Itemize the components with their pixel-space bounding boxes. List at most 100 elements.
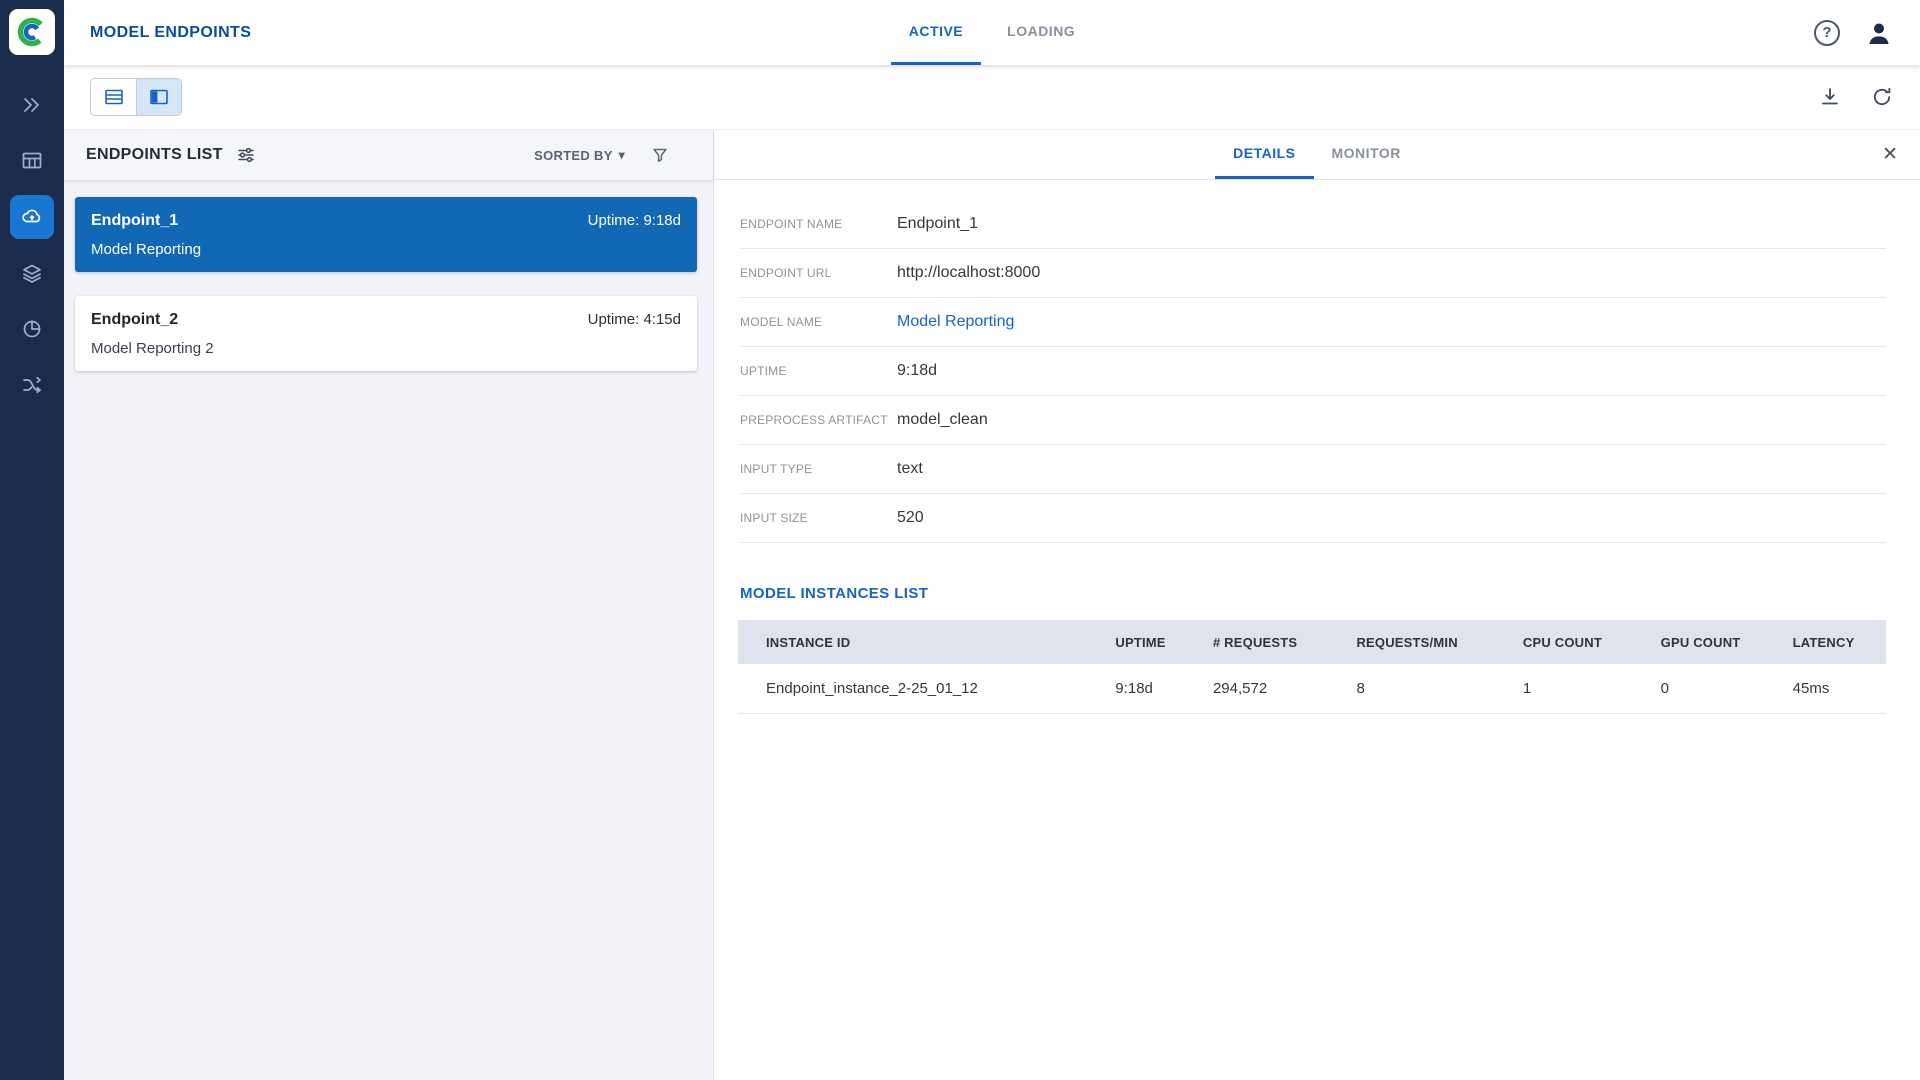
tab-monitor[interactable]: MONITOR <box>1314 130 1419 179</box>
field-row-uptime: UPTIME 9:18d <box>740 347 1886 396</box>
top-bar: MODEL ENDPOINTS ACTIVE LOADING ? <box>64 0 1920 65</box>
sidebar-item-experiments[interactable] <box>0 301 64 357</box>
flow-shuffle-icon <box>20 373 44 397</box>
model-instances-table: INSTANCE ID UPTIME # REQUESTS REQUESTS/M… <box>738 620 1886 714</box>
help-icon[interactable]: ? <box>1814 20 1840 46</box>
field-value: model_clean <box>897 411 988 429</box>
details-tabs: DETAILS MONITOR ✕ <box>714 130 1920 180</box>
field-row-model-name: MODEL NAME Model Reporting <box>740 298 1886 347</box>
main-content: ENDPOINTS LIST SORTED BY ▾ <box>64 130 1920 1080</box>
app-root: MODEL ENDPOINTS ACTIVE LOADING ? <box>0 0 1920 1080</box>
person-icon <box>1864 18 1894 48</box>
endpoint-uptime: Uptime: 9:18d <box>588 212 681 229</box>
field-label: PREPROCESS ARTIFACT <box>740 413 897 427</box>
tab-details[interactable]: DETAILS <box>1215 130 1313 179</box>
field-row-input-type: INPUT TYPE text <box>740 445 1886 494</box>
endpoint-model: Model Reporting 2 <box>91 340 681 357</box>
sidebar-item-deploy[interactable] <box>0 77 64 133</box>
grid-table-icon <box>20 149 44 173</box>
model-instances-title: MODEL INSTANCES LIST <box>740 585 1920 602</box>
field-row-input-size: INPUT SIZE 520 <box>740 494 1886 543</box>
endpoints-cards: Endpoint_1 Uptime: 9:18d Model Reporting… <box>64 180 713 395</box>
endpoint-name: Endpoint_1 <box>91 212 178 230</box>
table-view-icon <box>103 86 125 108</box>
logo-icon <box>16 16 48 48</box>
table-row[interactable]: Endpoint_instance_2-25_01_12 9:18d 294,5… <box>738 664 1886 713</box>
sidebar-item-layers[interactable] <box>0 245 64 301</box>
sidebar-item-resources[interactable] <box>0 133 64 189</box>
active-nav-tile <box>10 195 54 239</box>
endpoint-name: Endpoint_2 <box>91 311 178 329</box>
card-top-row: Endpoint_2 Uptime: 4:15d <box>91 311 681 329</box>
field-row-endpoint-name: ENDPOINT NAME Endpoint_1 <box>740 200 1886 249</box>
details-fields: ENDPOINT NAME Endpoint_1 ENDPOINT URL ht… <box>740 200 1886 543</box>
pie-circle-icon <box>20 317 44 341</box>
cell-latency: 45ms <box>1783 664 1886 713</box>
split-view-icon <box>148 86 170 108</box>
field-value: 9:18d <box>897 362 937 380</box>
sidebar-item-flows[interactable] <box>0 357 64 413</box>
field-value: 520 <box>897 509 924 527</box>
field-label: UPTIME <box>740 364 897 378</box>
endpoints-list-title: ENDPOINTS LIST <box>86 146 223 164</box>
cell-instance-id: Endpoint_instance_2-25_01_12 <box>738 664 1105 713</box>
top-right-icons: ? <box>1814 16 1920 50</box>
field-value: text <box>897 460 923 478</box>
page-title: MODEL ENDPOINTS <box>90 24 251 42</box>
col-cpu-count: CPU COUNT <box>1513 620 1651 664</box>
tune-filter-icon[interactable] <box>237 146 255 164</box>
tab-active[interactable]: ACTIVE <box>891 0 981 65</box>
download-icon[interactable] <box>1818 85 1842 109</box>
field-row-endpoint-url: ENDPOINT URL http://localhost:8000 <box>740 249 1886 298</box>
user-avatar[interactable] <box>1862 16 1896 50</box>
col-uptime: UPTIME <box>1105 620 1203 664</box>
col-requests-per-min: REQUESTS/MIN <box>1346 620 1512 664</box>
details-body: ENDPOINT NAME Endpoint_1 ENDPOINT URL ht… <box>714 180 1920 1080</box>
app-logo[interactable] <box>9 9 55 55</box>
endpoints-list-header: ENDPOINTS LIST SORTED BY ▾ <box>64 130 713 180</box>
sidebar-item-model-endpoints[interactable] <box>0 189 64 245</box>
col-instance-id: INSTANCE ID <box>738 620 1105 664</box>
field-label: ENDPOINT NAME <box>740 217 897 231</box>
field-value: Endpoint_1 <box>897 215 978 233</box>
field-label: INPUT SIZE <box>740 511 897 525</box>
close-icon[interactable]: ✕ <box>1882 130 1898 179</box>
field-value: http://localhost:8000 <box>897 264 1040 282</box>
tab-loading[interactable]: LOADING <box>989 0 1093 65</box>
view-toggle-group <box>90 78 182 116</box>
auto-refresh-icon[interactable] <box>1870 85 1894 109</box>
endpoint-uptime: Uptime: 4:15d <box>588 311 681 328</box>
cell-gpu-count: 0 <box>1651 664 1783 713</box>
layers-icon <box>20 261 44 285</box>
field-label: ENDPOINT URL <box>740 266 897 280</box>
col-requests: # REQUESTS <box>1203 620 1347 664</box>
filter-funnel-icon[interactable] <box>651 146 669 164</box>
endpoint-card-1[interactable]: Endpoint_1 Uptime: 9:18d Model Reporting <box>75 197 697 272</box>
field-label: MODEL NAME <box>740 315 897 329</box>
table-view-button[interactable] <box>91 79 136 115</box>
caret-down-icon: ▾ <box>619 148 625 162</box>
cell-requests: 294,572 <box>1203 664 1347 713</box>
sorted-by-label: SORTED BY <box>534 148 613 163</box>
col-gpu-count: GPU COUNT <box>1651 620 1783 664</box>
split-view-button[interactable] <box>136 79 181 115</box>
sorted-by-dropdown[interactable]: SORTED BY ▾ <box>534 148 625 163</box>
endpoint-card-2[interactable]: Endpoint_2 Uptime: 4:15d Model Reporting… <box>75 296 697 371</box>
cell-uptime: 9:18d <box>1105 664 1203 713</box>
card-top-row: Endpoint_1 Uptime: 9:18d <box>91 212 681 230</box>
table-header-row: INSTANCE ID UPTIME # REQUESTS REQUESTS/M… <box>738 620 1886 664</box>
field-label: INPUT TYPE <box>740 462 897 476</box>
cloud-serving-icon <box>20 205 44 229</box>
sidebar <box>0 0 64 1080</box>
double-chevron-right-icon <box>20 93 44 117</box>
model-name-link[interactable]: Model Reporting <box>897 313 1014 331</box>
cell-requests-per-min: 8 <box>1346 664 1512 713</box>
col-latency: LATENCY <box>1783 620 1886 664</box>
sidebar-nav <box>0 77 64 413</box>
endpoints-list-panel: ENDPOINTS LIST SORTED BY ▾ <box>64 130 714 1080</box>
field-row-preprocess-artifact: PREPROCESS ARTIFACT model_clean <box>740 396 1886 445</box>
endpoint-model: Model Reporting <box>91 241 681 258</box>
endpoint-state-tabs: ACTIVE LOADING <box>64 0 1920 65</box>
details-panel: DETAILS MONITOR ✕ ENDPOINT NAME Endpoint… <box>714 130 1920 1080</box>
toolbar-right-icons <box>1818 85 1920 109</box>
